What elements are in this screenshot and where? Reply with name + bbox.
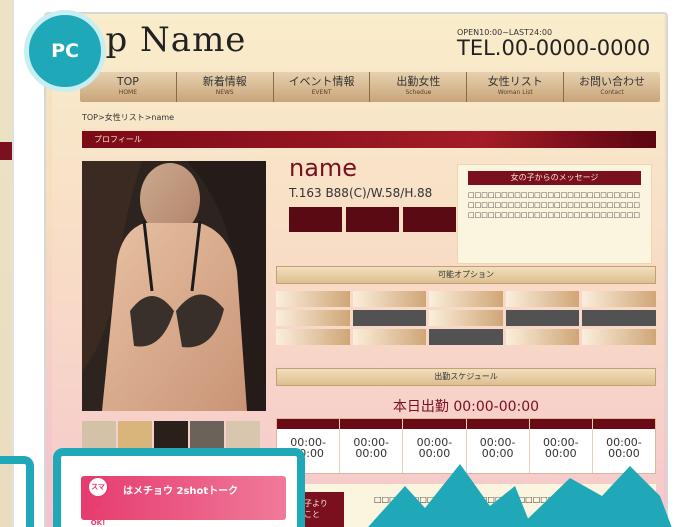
smartphone-preview-frame: スマホOK! はメチョウ 2shotトーク	[53, 448, 305, 527]
option-cell	[352, 329, 427, 345]
breadcrumb[interactable]: TOP>女性リスト>name	[82, 112, 174, 123]
today-shift: 本日出勤 00:00-00:00	[392, 399, 540, 415]
options-title: 可能オプション	[276, 266, 656, 284]
option-cell	[276, 329, 350, 345]
phone-number[interactable]: TEL.00-0000-0000	[457, 36, 650, 60]
nav-news[interactable]: 新着情報 NEWS	[177, 72, 274, 102]
profile-badges	[289, 207, 456, 232]
nav-woman-list[interactable]: 女性リスト Woman List	[467, 72, 565, 102]
options-grid	[276, 291, 656, 345]
smartphone-ok-icon: スマホOK!	[87, 476, 109, 527]
option-cell	[505, 310, 580, 326]
schedule-day-header	[403, 419, 466, 429]
option-cell	[582, 310, 656, 326]
nav-contact[interactable]: お問い合わせ Contact	[564, 72, 660, 102]
schedule-day-header	[340, 419, 403, 429]
profile-name: name	[289, 154, 358, 182]
left-phone-frame	[0, 456, 34, 527]
message-title: 女の子からのメッセージ	[468, 171, 641, 185]
option-cell	[429, 310, 503, 326]
schedule-day-header	[466, 419, 529, 429]
main-nav: TOP HOME 新着情報 NEWS イベント情報 EVENT 出勤女性 Schedue…	[80, 72, 660, 102]
schedule-day-header	[277, 419, 340, 429]
message-text: □□□□□□□□□□□□□□□□□□□□□□□□□□□□□□□□□□□□□□□□…	[468, 191, 640, 219]
profile-badge	[346, 207, 399, 232]
profile-section-title: プロフィール	[82, 131, 656, 148]
nav-event[interactable]: イベント情報 EVENT	[274, 72, 371, 102]
nav-schedule[interactable]: 出勤女性 Schedue	[370, 72, 468, 102]
shop-name: op Name	[84, 20, 247, 60]
pc-badge: PC	[24, 10, 106, 92]
decorative-teal-shapes	[368, 464, 672, 527]
option-cell	[276, 310, 350, 326]
profile-measurements: T.163 B88(C)/W.58/H.88	[289, 186, 433, 200]
left-preview-fragment	[0, 0, 14, 527]
schedule-title: 出勤スケジュール	[276, 368, 656, 386]
option-cell	[505, 291, 580, 307]
girl-message-box: 女の子からのメッセージ □□□□□□□□□□□□□□□□□□□□□□□□□□□□…	[457, 164, 652, 264]
option-cell	[276, 291, 350, 307]
left-preview-divider	[12, 0, 14, 527]
banner-text: はメチョウ 2shotトーク	[123, 486, 239, 497]
schedule-day-header	[529, 419, 592, 429]
option-cell	[505, 329, 580, 345]
profile-badge	[403, 207, 456, 232]
option-cell	[582, 329, 656, 345]
option-cell	[352, 310, 427, 326]
profile-photo	[82, 161, 266, 411]
screenshot-stage: op Name OPEN10:00~LAST24:00 TEL.00-0000-…	[0, 0, 675, 527]
option-cell	[429, 291, 503, 307]
option-cell	[352, 291, 427, 307]
profile-badge	[289, 207, 342, 232]
schedule-day-header	[592, 419, 656, 429]
option-cell	[429, 329, 503, 345]
option-cell	[582, 291, 656, 307]
